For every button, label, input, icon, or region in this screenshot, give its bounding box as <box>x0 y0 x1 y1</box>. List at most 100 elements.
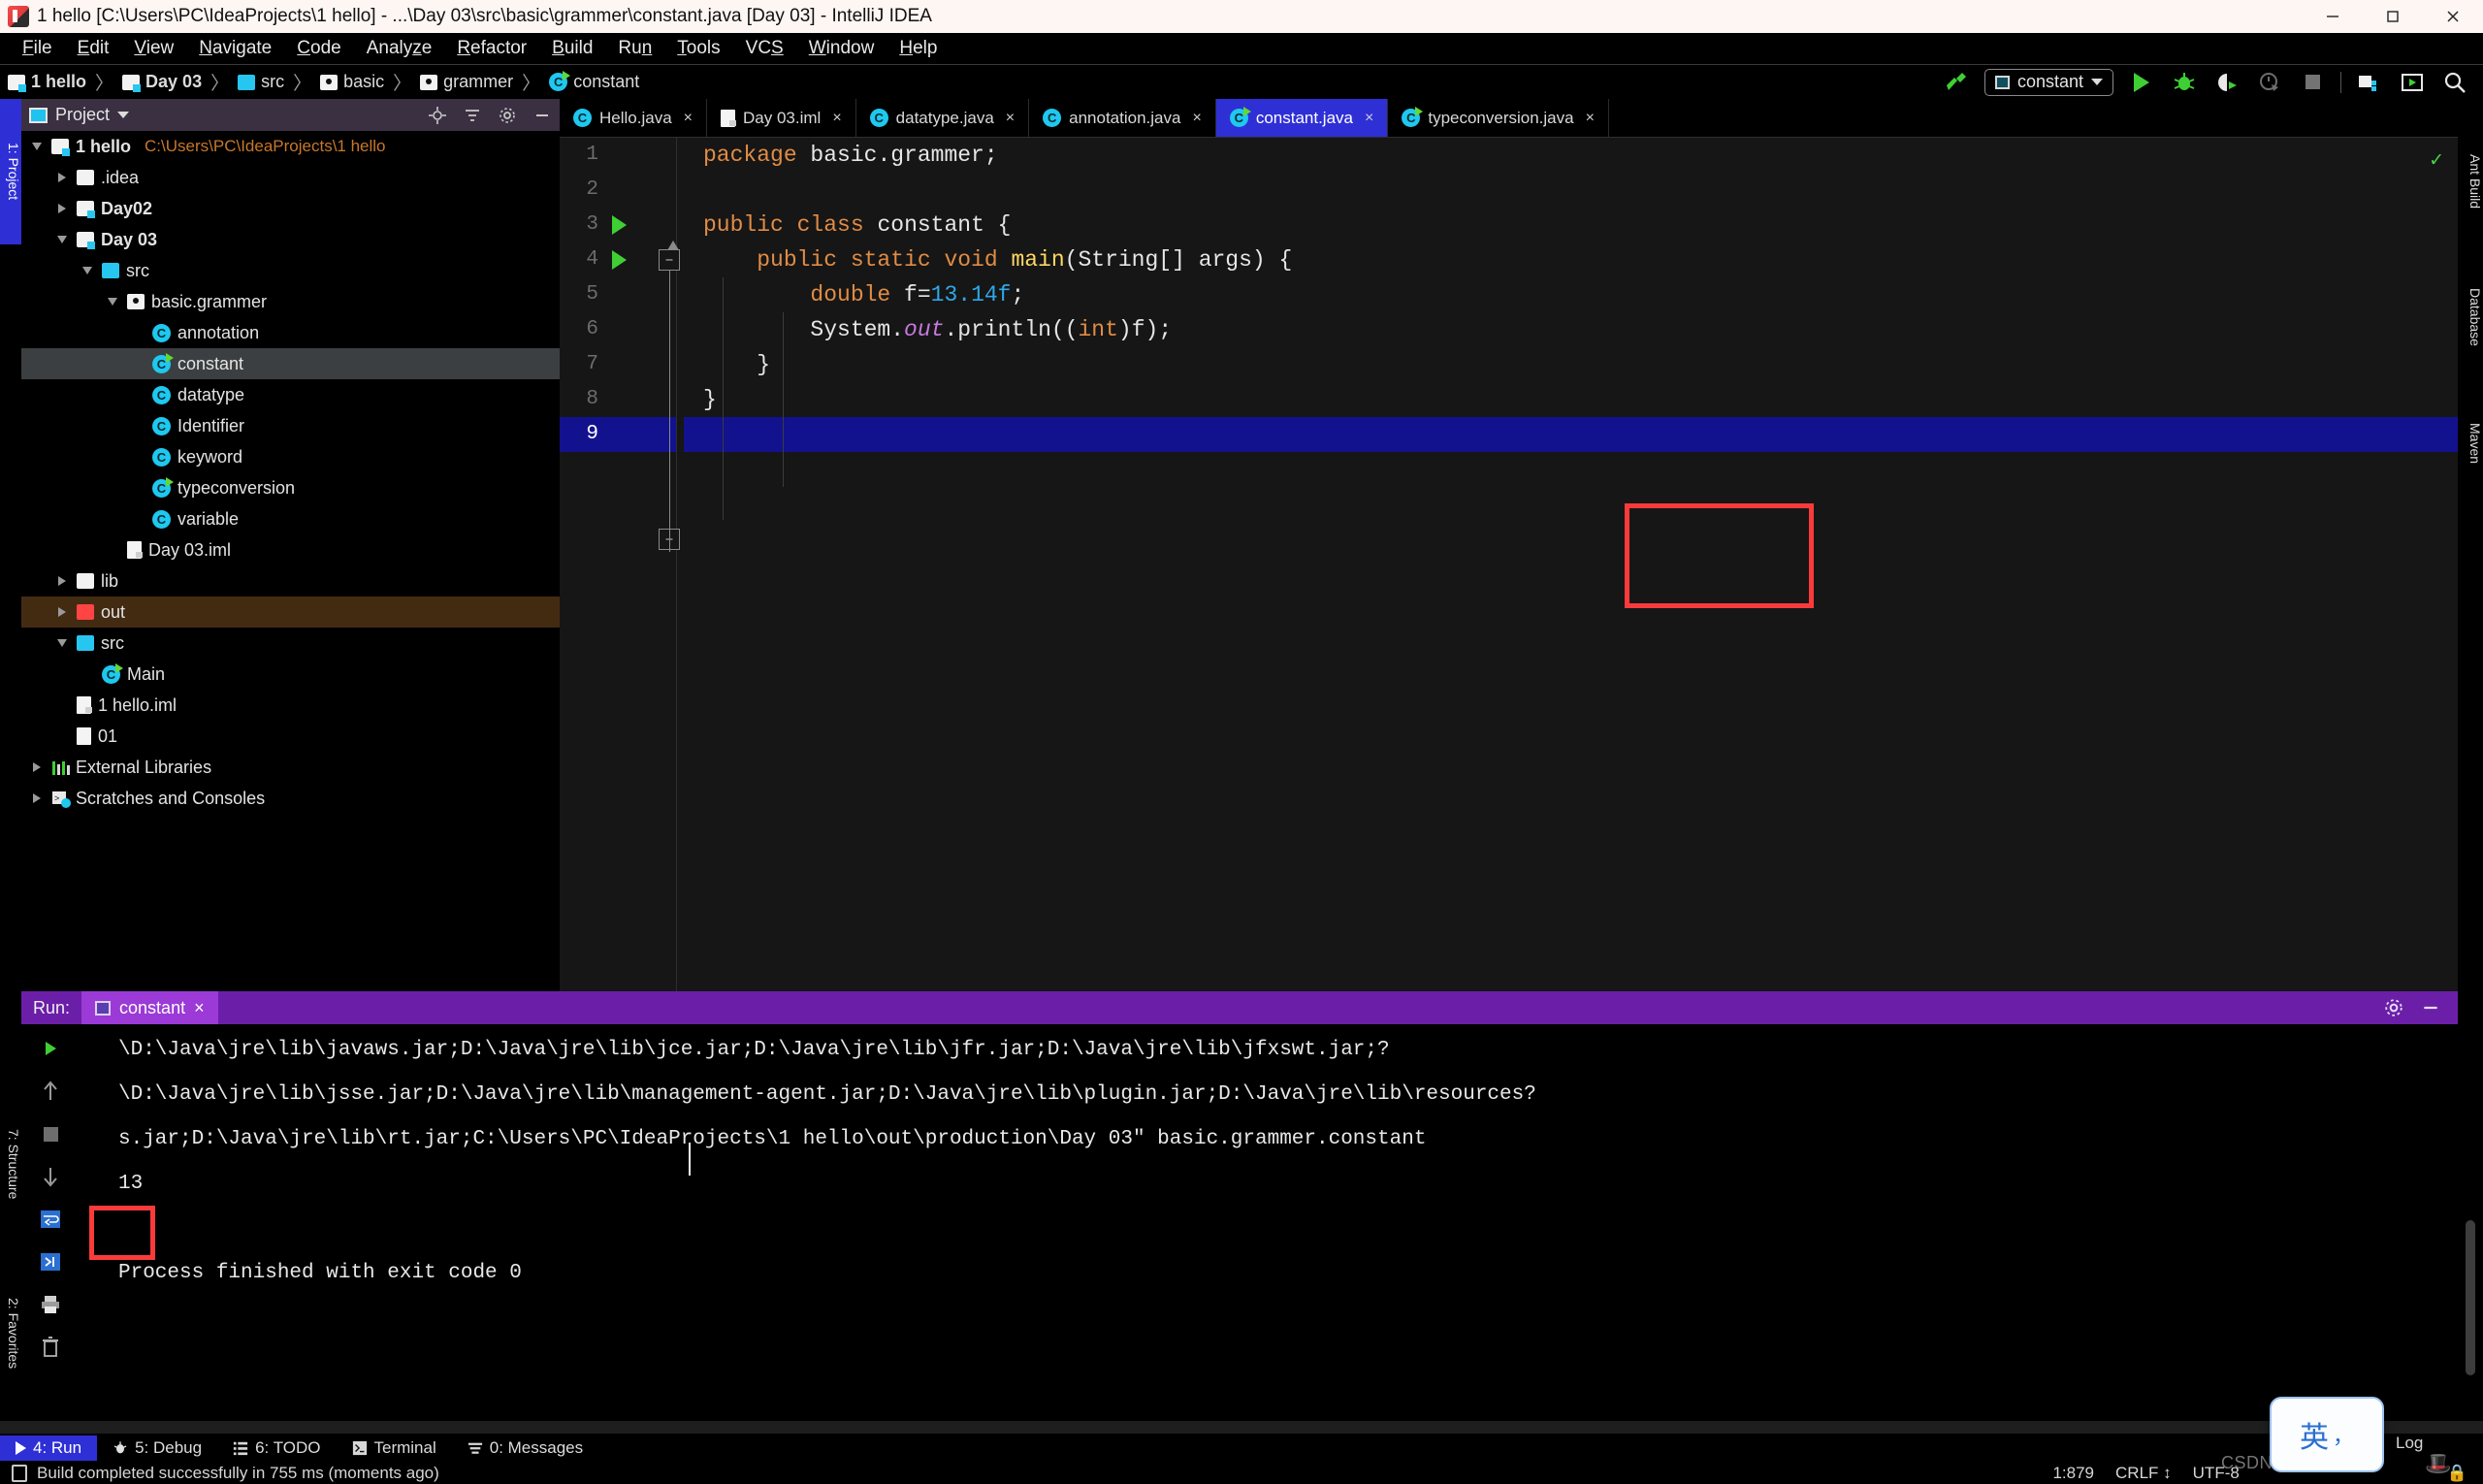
menu-file[interactable]: File <box>10 35 65 62</box>
tree-collapse-arrow-icon[interactable] <box>29 143 45 150</box>
hide-icon[interactable] <box>532 106 552 125</box>
menu-edit[interactable]: Edit <box>65 35 122 62</box>
line-separator[interactable]: CRLF ↕ <box>2115 1464 2172 1483</box>
code-fold-open-icon[interactable]: – <box>659 241 680 271</box>
gutter-line-7[interactable]: 7 <box>560 347 676 382</box>
code-editor[interactable]: 123456789 – – package basic.grammer; pub… <box>560 138 2458 991</box>
code-line-6[interactable]: System.out.println((int)f); <box>684 312 2458 347</box>
editor-tab-typeconversion-java[interactable]: Ctypeconversion.java × <box>1388 99 1609 137</box>
tree-item-basic-grammer[interactable]: basic.grammer <box>21 286 560 317</box>
event-log-label[interactable]: Log <box>2396 1434 2423 1453</box>
sidebar-tab-project[interactable]: 1: Project <box>0 99 21 244</box>
sidebar-tab-maven[interactable]: Maven <box>2458 390 2483 497</box>
tree-item-datatype[interactable]: Cdatatype <box>21 379 560 410</box>
tree-item-annotation[interactable]: Cannotation <box>21 317 560 348</box>
bottom-tool-window-bar[interactable]: 4: Run 5: Debug 6: TODO Terminal 0: Messages <box>0 1434 2483 1463</box>
close-icon[interactable]: × <box>1006 110 1015 127</box>
tree-item-external-libraries[interactable]: External Libraries <box>21 752 560 783</box>
profiler-icon[interactable] <box>2255 68 2284 97</box>
tree-collapse-arrow-icon[interactable] <box>54 236 70 243</box>
code-line-4[interactable]: public static void main(String[] args) { <box>684 242 2458 277</box>
tree-item-keyword[interactable]: Ckeyword <box>21 441 560 472</box>
menu-window[interactable]: Window <box>796 35 887 62</box>
gutter-line-2[interactable]: 2 <box>560 173 676 208</box>
gutter-line-1[interactable]: 1 <box>560 138 676 173</box>
settings-gear-icon[interactable] <box>2384 998 2403 1017</box>
scroll-up-icon[interactable] <box>36 1077 65 1106</box>
chevron-down-icon[interactable] <box>117 112 130 118</box>
gutter-run-icon[interactable] <box>612 215 627 235</box>
tree-item-day-03[interactable]: Day 03 <box>21 224 560 255</box>
console-output[interactable]: \D:\Java\jre\lib\javaws.jar;D:\Java\jre\… <box>80 1024 2458 1421</box>
tree-item-lib[interactable]: lib <box>21 565 560 597</box>
tree-collapse-arrow-icon[interactable] <box>54 639 70 647</box>
menu-vcs[interactable]: VCS <box>733 35 796 62</box>
tree-expand-arrow-icon[interactable] <box>29 762 45 772</box>
code-line-9[interactable] <box>684 417 2458 452</box>
bottom-tab-5-debug[interactable]: 5: Debug <box>97 1436 217 1461</box>
tree-expand-arrow-icon[interactable] <box>29 793 45 803</box>
breadcrumb-item-project[interactable]: 1 hello <box>8 72 86 92</box>
menu-refactor[interactable]: Refactor <box>444 35 539 62</box>
run-configuration-selector[interactable]: constant <box>1983 68 2113 96</box>
breadcrumb-item-grammer[interactable]: grammer <box>420 72 513 92</box>
search-everywhere-icon[interactable] <box>2440 68 2469 97</box>
close-icon[interactable]: × <box>832 110 841 127</box>
editor-tab-day-03-iml[interactable]: Day 03.iml × <box>707 99 856 137</box>
tree-item-1-hello-iml[interactable]: 1 hello.iml <box>21 690 560 721</box>
menu-code[interactable]: Code <box>284 35 353 62</box>
tree-item-src[interactable]: src <box>21 255 560 286</box>
close-icon[interactable]: × <box>1365 110 1373 127</box>
tree-collapse-arrow-icon[interactable] <box>105 298 120 306</box>
breadcrumb-item-constant[interactable]: C constant <box>549 71 639 92</box>
soft-wrap-icon[interactable] <box>36 1205 65 1234</box>
sidebar-tab-structure[interactable]: 7: Structure <box>0 1086 21 1242</box>
code-line-7[interactable]: } <box>684 347 2458 382</box>
code-lines[interactable]: package basic.grammer; public class cons… <box>684 138 2458 991</box>
close-icon[interactable]: × <box>194 998 205 1018</box>
menu-analyze[interactable]: Analyze <box>354 35 445 62</box>
code-line-8[interactable]: } <box>684 382 2458 417</box>
close-icon[interactable]: × <box>1586 110 1595 127</box>
code-line-2[interactable] <box>684 173 2458 208</box>
stop-icon[interactable] <box>2298 68 2327 97</box>
editor-tab-bar[interactable]: C Hello.java × Day 03.iml × Cdatatype.java × Ca… <box>560 99 2458 138</box>
menu-run[interactable]: Run <box>605 35 664 62</box>
tree-expand-arrow-icon[interactable] <box>54 576 70 586</box>
debug-icon[interactable] <box>2170 68 2199 97</box>
tree-item-day02[interactable]: Day02 <box>21 193 560 224</box>
tree-item-variable[interactable]: Cvariable <box>21 503 560 534</box>
code-line-1[interactable]: package basic.grammer; <box>684 138 2458 173</box>
scroll-to-end-icon[interactable] <box>36 1247 65 1276</box>
menu-navigate[interactable]: Navigate <box>186 35 284 62</box>
close-icon[interactable]: × <box>1192 110 1201 127</box>
gutter-line-9[interactable]: 9 <box>560 417 676 452</box>
update-project-icon[interactable] <box>2398 68 2427 97</box>
tree-expand-arrow-icon[interactable] <box>54 607 70 617</box>
caret-position[interactable]: 1:879 <box>2052 1464 2094 1483</box>
breadcrumb-item-src[interactable]: src <box>238 72 284 92</box>
stop-icon[interactable] <box>36 1119 65 1148</box>
tree-item-src[interactable]: src <box>21 628 560 659</box>
run-tab-constant[interactable]: constant × <box>81 991 218 1024</box>
menu-help[interactable]: Help <box>887 35 950 62</box>
tree-item-out[interactable]: out <box>21 597 560 628</box>
minimize-button[interactable] <box>2303 0 2363 33</box>
menu-view[interactable]: View <box>121 35 186 62</box>
maximize-button[interactable] <box>2363 0 2423 33</box>
tree-item-1-hello[interactable]: 1 hello C:\Users\PC\IdeaProjects\1 hello <box>21 131 560 162</box>
sidebar-tab-database[interactable]: Database <box>2458 254 2483 380</box>
ime-popup[interactable]: 英 ， <box>2270 1397 2384 1472</box>
breadcrumb-item-basic[interactable]: basic <box>320 72 384 92</box>
bottom-tab-terminal[interactable]: Terminal <box>337 1436 452 1461</box>
tree-item-scratches-and-consoles[interactable]: > Scratches and Consoles <box>21 783 560 814</box>
editor-tab-hello-java[interactable]: C Hello.java × <box>560 99 707 137</box>
menu-build[interactable]: Build <box>539 35 605 62</box>
tree-item-01[interactable]: 01 <box>21 721 560 752</box>
locate-icon[interactable] <box>428 106 447 125</box>
rerun-icon[interactable] <box>36 1034 65 1063</box>
tree-item-idea[interactable]: .idea <box>21 162 560 193</box>
gutter-line-8[interactable]: 8 <box>560 382 676 417</box>
menu-tools[interactable]: Tools <box>664 35 732 62</box>
console-scrollbar[interactable] <box>2466 1220 2475 1375</box>
